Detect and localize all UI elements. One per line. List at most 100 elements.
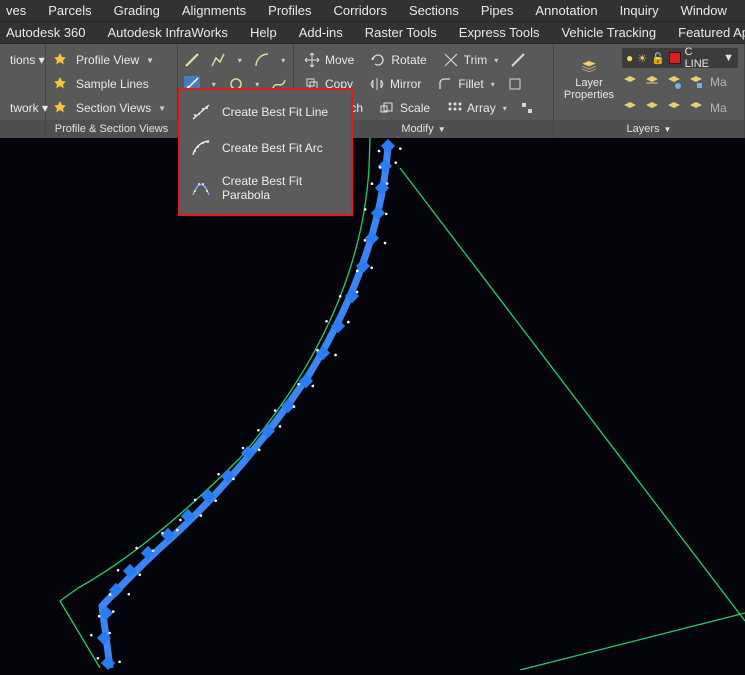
survey-point <box>364 239 367 242</box>
bestfit-arc-label: Create Best Fit Arc <box>222 141 323 155</box>
menu-ves[interactable]: ves <box>6 3 26 18</box>
survey-point <box>98 615 101 618</box>
survey-point <box>334 354 337 357</box>
modify-extra-2[interactable] <box>507 76 523 92</box>
bestfit-arc-item[interactable]: Create Best Fit Arc <box>180 130 351 166</box>
trim-button[interactable]: Trim▾ <box>439 51 503 69</box>
trim-icon <box>443 52 459 68</box>
panel-stub-left: tions ▾ twork ▾ <box>0 44 46 138</box>
bestfit-line-item[interactable]: Create Best Fit Line <box>180 94 351 130</box>
layer-tool-5[interactable] <box>622 100 638 116</box>
survey-point <box>325 320 328 323</box>
layer-tool-1[interactable] <box>622 74 638 90</box>
arc-icon[interactable] <box>254 52 270 68</box>
survey-point <box>274 409 277 412</box>
survey-point <box>108 632 111 635</box>
polyline-icon[interactable] <box>210 52 226 68</box>
bestfit-parabola-item[interactable]: Create Best Fit Parabola <box>180 166 351 210</box>
menu-help[interactable]: Help <box>250 25 277 40</box>
menu-window[interactable]: Window <box>681 3 727 18</box>
menu-parcels[interactable]: Parcels <box>48 3 91 18</box>
panel-title-layers[interactable]: Layers▼ <box>554 120 744 138</box>
draw-drop2[interactable]: ▾ <box>280 56 288 65</box>
survey-point <box>90 634 93 637</box>
panel-title-profile: Profile & Section Views <box>46 120 177 138</box>
bestfit-arc-icon <box>190 138 212 158</box>
survey-point <box>379 166 382 169</box>
menu-annotation[interactable]: Annotation <box>535 3 597 18</box>
mirror-button[interactable]: Mirror <box>365 75 425 93</box>
menu-pipes[interactable]: Pipes <box>481 3 514 18</box>
menu-inquiry[interactable]: Inquiry <box>620 3 659 18</box>
survey-point <box>386 182 389 185</box>
array-button[interactable]: Array▾ <box>442 99 511 117</box>
profile-view-dropdown[interactable]: Profile View▼ <box>72 52 158 68</box>
survey-point <box>258 449 261 452</box>
layer-tool-3[interactable] <box>666 74 682 90</box>
ribbon: tions ▾ twork ▾ Profile View▼ Sample Lin… <box>0 44 745 138</box>
scale-button[interactable]: Scale <box>375 99 434 117</box>
layer-match-label: Ma <box>710 75 727 89</box>
menu-featured-apps[interactable]: Featured Apps <box>678 25 745 40</box>
menu-corridors[interactable]: Corridors <box>334 3 387 18</box>
layer-tool-6[interactable] <box>644 100 660 116</box>
menu-autodesk-360[interactable]: Autodesk 360 <box>6 25 86 40</box>
menu-vehicle-tracking[interactable]: Vehicle Tracking <box>561 25 656 40</box>
current-layer-name: C LINE <box>685 46 720 70</box>
layer-tool-7[interactable] <box>666 100 682 116</box>
current-layer-dropdown[interactable]: ● ☀ 🔓 C LINE ▼ <box>622 48 738 68</box>
panel-layers: Layer Properties ● ☀ 🔓 C LINE ▼ Ma <box>554 44 745 138</box>
menu-express-tools[interactable]: Express Tools <box>459 25 540 40</box>
survey-point <box>152 549 155 552</box>
move-button[interactable]: Move <box>300 51 358 69</box>
bulb-icon: ● <box>626 51 633 65</box>
menubar-row2: Autodesk 360 Autodesk InfraWorks Help Add-i… <box>0 22 745 44</box>
section-views-icon <box>52 100 68 116</box>
survey-point <box>293 405 296 408</box>
menu-add-ins[interactable]: Add-ins <box>299 25 343 40</box>
survey-point <box>311 385 314 388</box>
layer-tool-2[interactable] <box>644 74 660 90</box>
menu-grading[interactable]: Grading <box>114 3 160 18</box>
lock-icon: 🔓 <box>651 52 665 65</box>
survey-point <box>356 270 359 273</box>
model-viewport[interactable] <box>0 138 745 670</box>
scale-icon <box>379 100 395 116</box>
survey-point <box>138 573 141 576</box>
menu-autodesk-infraworks[interactable]: Autodesk InfraWorks <box>108 25 228 40</box>
layer-properties-button[interactable]: Layer Properties <box>560 48 618 112</box>
survey-point <box>371 182 374 185</box>
survey-point <box>200 514 203 517</box>
draw-drop1[interactable]: ▾ <box>236 56 244 65</box>
survey-point <box>378 150 381 153</box>
layer-tool-8[interactable] <box>688 100 704 116</box>
menu-profiles[interactable]: Profiles <box>268 3 311 18</box>
modify-extra-1[interactable] <box>510 52 526 68</box>
profile-view-icon <box>52 52 68 68</box>
section-views-dropdown[interactable]: Section Views▼ <box>72 100 170 116</box>
grip[interactable] <box>101 656 115 670</box>
stub-top[interactable]: tions ▾ <box>6 52 49 68</box>
line-icon[interactable] <box>184 52 200 68</box>
menu-raster-tools[interactable]: Raster Tools <box>365 25 437 40</box>
modify-extra-3[interactable] <box>519 100 535 116</box>
bestfit-line-icon <box>190 102 212 122</box>
survey-point <box>394 161 397 164</box>
bestfit-parabola-icon <box>190 178 212 198</box>
survey-point <box>97 657 100 660</box>
sample-lines-button[interactable]: Sample Lines <box>72 76 153 92</box>
menu-alignments[interactable]: Alignments <box>182 3 246 18</box>
bestfit-line-label: Create Best Fit Line <box>222 105 328 119</box>
rotate-button[interactable]: Rotate <box>366 51 430 69</box>
survey-point <box>384 242 387 245</box>
survey-point <box>370 266 373 269</box>
layer-tool-4[interactable] <box>688 74 704 90</box>
fillet-button[interactable]: Fillet▾ <box>433 75 498 93</box>
grip[interactable] <box>381 139 395 153</box>
survey-point <box>356 291 359 294</box>
survey-point <box>242 447 245 450</box>
menu-sections[interactable]: Sections <box>409 3 459 18</box>
survey-point <box>176 529 179 532</box>
survey-point <box>232 478 235 481</box>
sun-icon: ☀ <box>637 52 647 65</box>
